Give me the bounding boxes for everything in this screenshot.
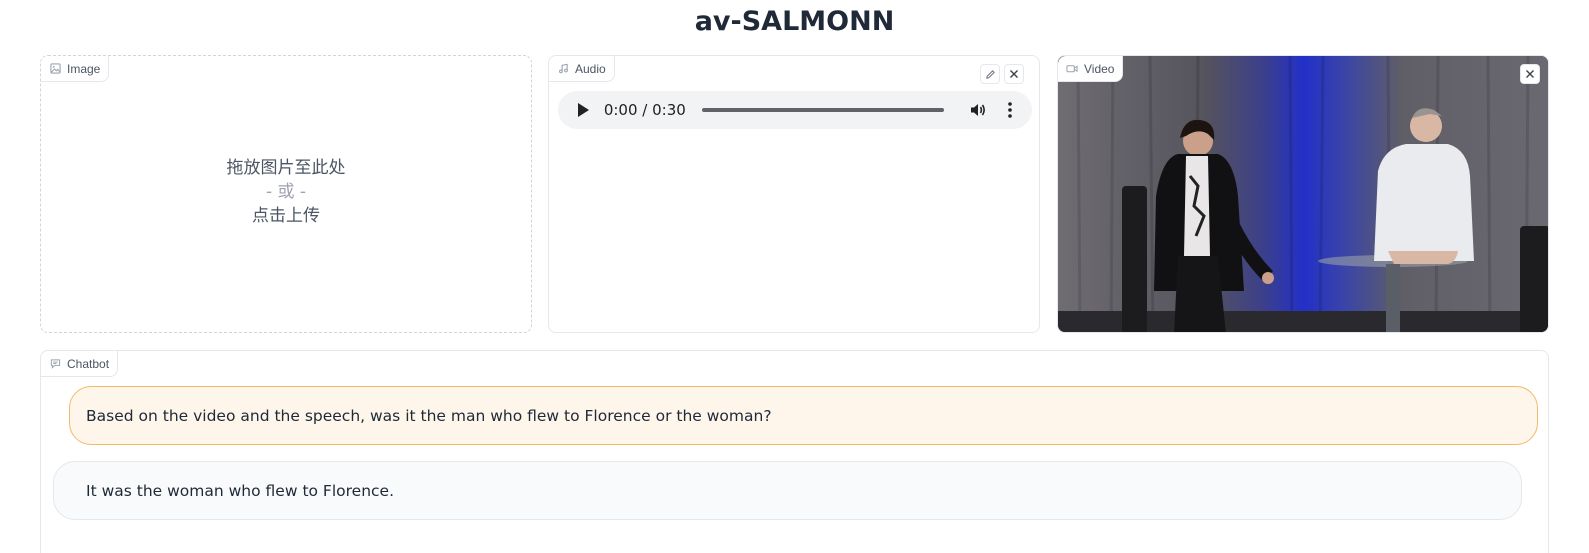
chatbot-label-text: Chatbot — [67, 356, 110, 371]
more-options-button[interactable] — [1000, 100, 1020, 120]
click-upload-text: 点击上传 — [252, 206, 320, 226]
user-message: Based on the video and the speech, was i… — [69, 386, 1538, 445]
video-camera-icon — [1066, 63, 1078, 75]
music-icon — [557, 63, 569, 75]
image-icon — [49, 63, 61, 75]
audio-panel: Audio 0:00 / 0:30 — [548, 55, 1040, 333]
edit-button[interactable] — [980, 64, 1000, 84]
play-icon — [577, 103, 589, 117]
page-title: av-SALMONN — [694, 6, 895, 37]
or-text: - 或 - — [265, 182, 307, 202]
upload-dropzone[interactable]: 拖放图片至此处 - 或 - 点击上传 — [41, 156, 531, 228]
chat-icon — [49, 358, 61, 370]
audio-label-text: Audio — [575, 61, 606, 76]
time-display: 0:00 / 0:30 — [603, 101, 686, 119]
video-clear-button[interactable] — [1520, 64, 1540, 84]
bot-message: It was the woman who flew to Florence. — [53, 461, 1522, 520]
video-label-text: Video — [1084, 61, 1115, 76]
pencil-icon — [985, 69, 995, 79]
audio-player[interactable]: 0:00 / 0:30 — [558, 91, 1032, 129]
more-vert-icon — [1008, 102, 1012, 118]
audio-progress-track[interactable] — [701, 108, 945, 112]
drop-text: 拖放图片至此处 — [226, 158, 346, 178]
image-label-text: Image — [67, 61, 101, 76]
video-panel-label: Video — [1058, 56, 1124, 82]
play-button[interactable] — [574, 101, 592, 119]
audio-panel-label: Audio — [549, 56, 615, 82]
video-panel[interactable]: Video — [1057, 55, 1549, 333]
video-frame[interactable] — [1058, 56, 1549, 333]
close-icon — [1526, 70, 1534, 78]
volume-icon — [971, 104, 986, 116]
image-panel-label: Image — [41, 56, 110, 82]
audio-clear-button[interactable] — [1004, 64, 1024, 84]
image-upload-panel[interactable]: Image 拖放图片至此处 - 或 - 点击上传 — [40, 55, 532, 333]
close-icon — [1010, 70, 1018, 78]
bot-message-text: It was the woman who flew to Florence. — [86, 481, 395, 500]
chatbot-panel: Chatbot Based on the video and the speec… — [40, 350, 1549, 553]
user-message-text: Based on the video and the speech, was i… — [86, 406, 772, 425]
volume-button[interactable] — [968, 100, 988, 120]
chatbot-panel-label: Chatbot — [41, 351, 119, 377]
